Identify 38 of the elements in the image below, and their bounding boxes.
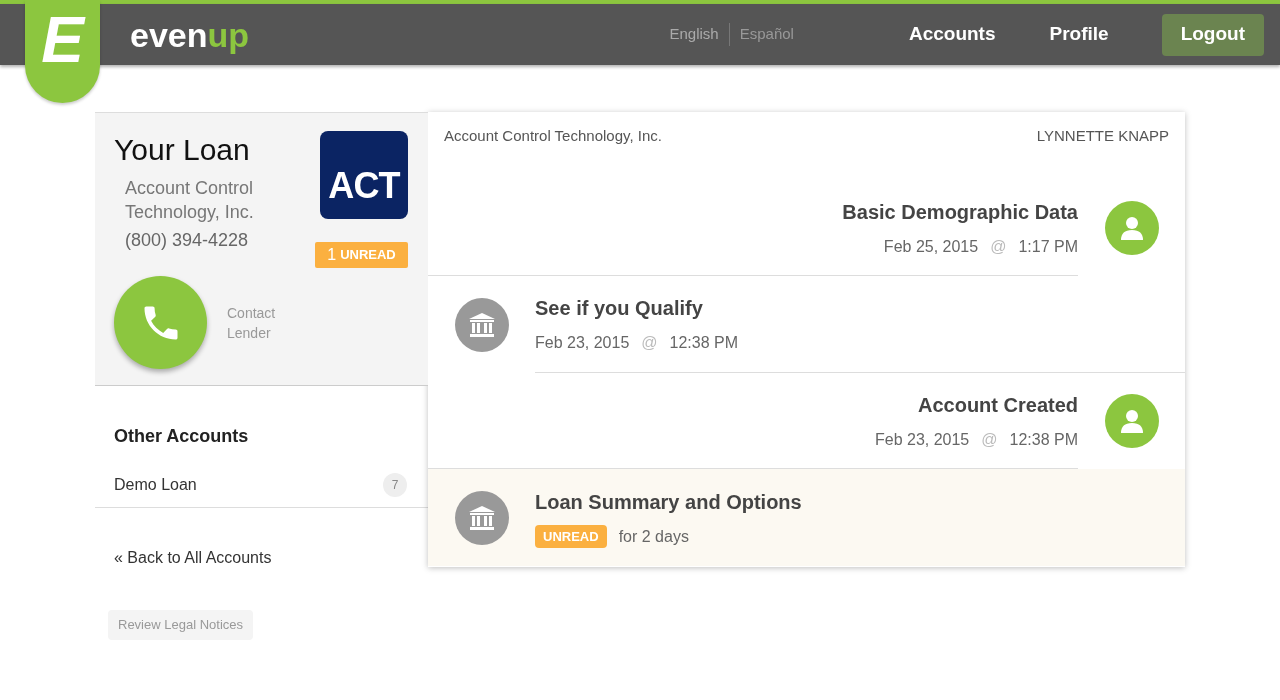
lender-name: Account Control Technology, Inc. xyxy=(444,126,662,146)
at-sign: @ xyxy=(981,429,998,450)
unread-count-badge: 1 UNREAD xyxy=(315,242,408,268)
lender-name: Account Control Technology, Inc. xyxy=(124,177,255,224)
nav-link[interactable]: Accounts xyxy=(908,20,996,49)
account-row[interactable]: Demo Loan 7 xyxy=(95,462,428,508)
count-badge: 7 xyxy=(383,472,407,497)
bank-icon xyxy=(455,297,509,352)
timeline-entry[interactable]: See if you Qualify Feb 23, 2015 @ 12:38 PM xyxy=(428,276,1185,373)
entry-time: 12:38 PM xyxy=(669,333,739,353)
person-icon xyxy=(1105,201,1159,255)
timeline-entry[interactable]: Loan Summary and Options UNREAD for 2 days xyxy=(428,469,1185,566)
timeline-entry[interactable]: Basic Demographic Data Feb 25, 2015 @ 1:17 PM xyxy=(428,180,1185,276)
entry-title[interactable]: See if you Qualify xyxy=(535,293,1185,323)
entry-title[interactable]: Loan Summary and Options xyxy=(535,486,1185,517)
bank-icon xyxy=(455,490,509,545)
person-icon xyxy=(1105,394,1159,448)
entry-date: Feb 23, 2015 xyxy=(535,333,630,353)
brand-wordmark[interactable]: evenup xyxy=(130,17,250,52)
loan-title: Your Loan xyxy=(114,132,251,168)
timeline-entry[interactable]: Account Created Feb 23, 2015 @ 12:38 PM xyxy=(428,373,1185,469)
borrower-name: LYNNETTE KNAPP xyxy=(1036,126,1169,146)
unread-badge: UNREAD xyxy=(535,524,607,549)
entry-time: 12:38 PM xyxy=(1009,429,1078,450)
at-sign: @ xyxy=(641,333,658,353)
lender-logo: ACT xyxy=(320,131,408,219)
unread-duration: for 2 days xyxy=(618,526,689,547)
logout-button[interactable]: Logout xyxy=(1161,13,1264,56)
call-button[interactable] xyxy=(114,276,207,369)
other-accounts-title: Other Accounts xyxy=(113,425,250,448)
entry-date: Feb 23, 2015 xyxy=(874,429,970,450)
entry-date: Feb 25, 2015 xyxy=(883,236,979,257)
entry-title[interactable]: Account Created xyxy=(917,389,1078,420)
entry-time: 1:17 PM xyxy=(1018,236,1078,257)
at-sign: @ xyxy=(990,236,1007,257)
nav-link[interactable]: Profile xyxy=(1049,20,1109,49)
entry-title[interactable]: Basic Demographic Data xyxy=(842,196,1078,227)
back-link[interactable]: « Back to All Accounts xyxy=(95,546,428,570)
